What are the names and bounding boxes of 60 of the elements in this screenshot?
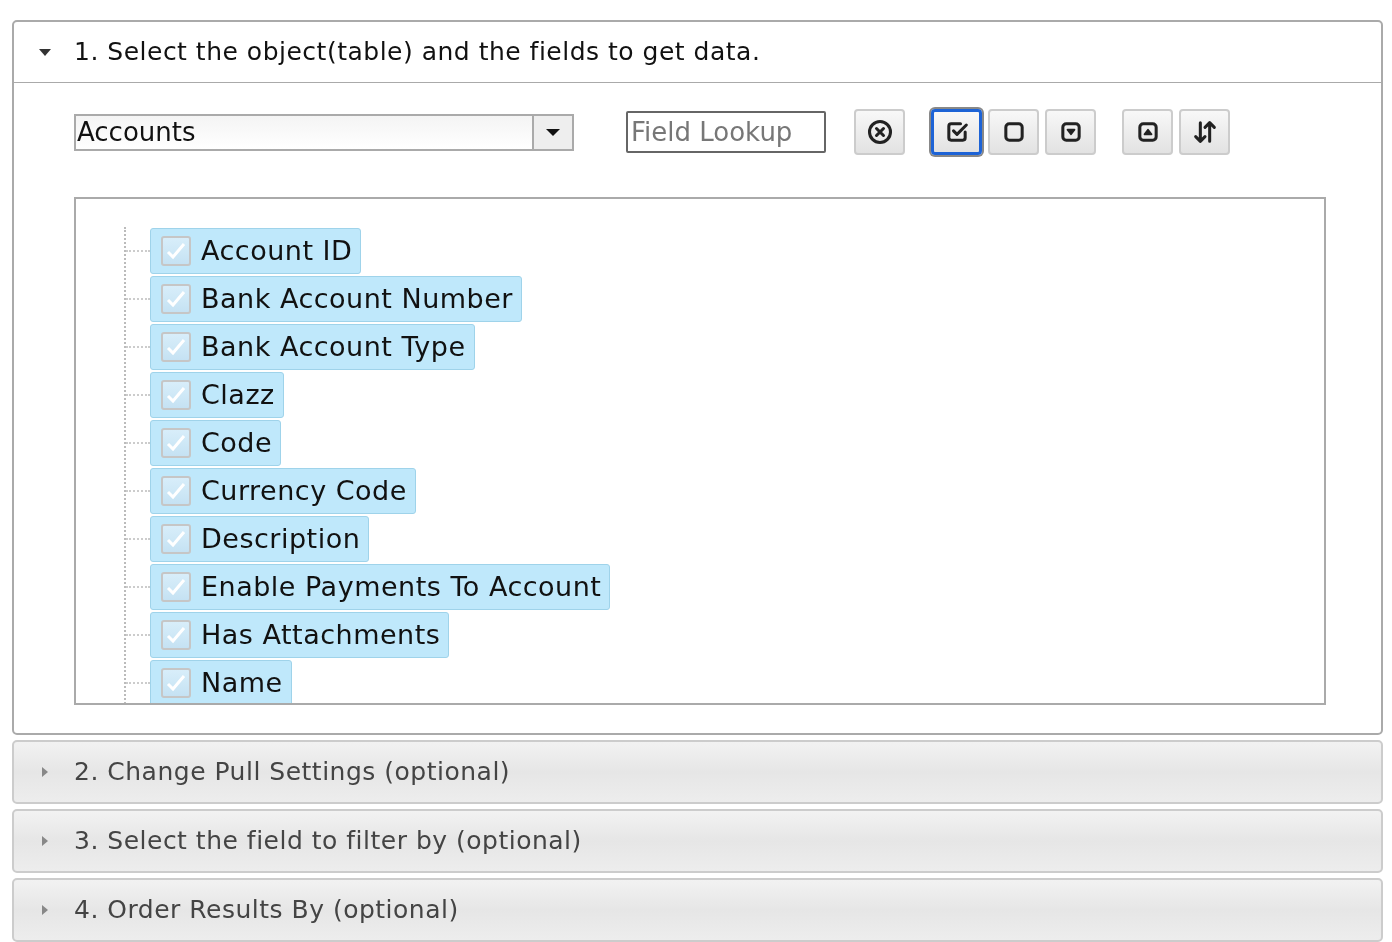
field-name: Enable Payments To Account [201, 569, 602, 604]
section-title: 4. Order Results By (optional) [74, 894, 459, 927]
checkbox-checked[interactable] [161, 476, 191, 506]
checkbox-checked[interactable] [161, 572, 191, 602]
field-tree-item[interactable]: Clazz [150, 372, 284, 418]
checkbox-checked[interactable] [161, 428, 191, 458]
check-icon [165, 240, 187, 262]
field-tree-item[interactable]: Name [150, 660, 292, 703]
check-icon [165, 576, 187, 598]
check-icon [165, 336, 187, 358]
field-name: Name [201, 665, 283, 700]
field-lookup-input[interactable]: Field Lookup [626, 111, 826, 153]
clear-icon [865, 118, 894, 146]
checkbox-checked[interactable] [161, 332, 191, 362]
checkbox-checked[interactable] [161, 380, 191, 410]
field-name: Bank Account Type [201, 329, 466, 364]
field-name: Clazz [201, 377, 275, 412]
checkbox-checked[interactable] [161, 284, 191, 314]
field-tree-item[interactable]: Currency Code [150, 468, 416, 514]
checkbox-checked[interactable] [161, 620, 191, 650]
object-dropdown[interactable]: Accounts [74, 113, 574, 151]
section-title: 2. Change Pull Settings (optional) [74, 756, 511, 789]
check-all-button[interactable] [931, 109, 982, 155]
field-name: Has Attachments [201, 617, 441, 652]
uncheck-all-button[interactable] [988, 109, 1039, 155]
checkbox-checked[interactable] [161, 236, 191, 266]
check-icon [165, 432, 187, 454]
caret-down-icon [546, 127, 560, 137]
field-name: Currency Code [201, 473, 407, 508]
checkbox-checked[interactable] [161, 668, 191, 698]
check-icon [165, 672, 187, 694]
expand-button[interactable] [1122, 109, 1173, 155]
field-tree-item[interactable]: Has Attachments [150, 612, 450, 658]
dropdown-toggle[interactable] [532, 115, 572, 149]
sort-button[interactable] [1179, 109, 1230, 155]
section-title: 1. Select the object(table) and the fields to get data. [74, 36, 761, 69]
dropdown-value: Accounts [76, 115, 197, 149]
checkbox-checked[interactable] [161, 524, 191, 554]
section-header[interactable]: 3. Select the field to filter by (optional) [14, 811, 1381, 871]
field-tree-item[interactable]: Code [150, 420, 282, 466]
field-name: Account ID [201, 233, 353, 268]
field-tree-item[interactable]: Bank Account Type [150, 324, 475, 370]
collapse-button[interactable] [1045, 109, 1096, 155]
section-header[interactable]: 2. Change Pull Settings (optional) [14, 742, 1381, 802]
field-tree-item[interactable]: Enable Payments To Account [150, 564, 611, 610]
field-tree-item[interactable]: Bank Account Number [150, 276, 522, 322]
clear-button[interactable] [854, 109, 905, 155]
section-title: 3. Select the field to filter by (optional) [74, 825, 582, 858]
section-header[interactable]: 1. Select the object(table) and the fields to get data. [14, 22, 1381, 82]
section-header[interactable]: 4. Order Results By (optional) [14, 880, 1381, 940]
check-icon [165, 288, 187, 310]
check-icon [165, 528, 187, 550]
field-tree-item[interactable]: Description [150, 516, 370, 562]
check-icon [165, 384, 187, 406]
field-name: Code [201, 425, 273, 460]
field-tree-item[interactable]: Account ID [150, 228, 362, 274]
field-name: Bank Account Number [201, 281, 513, 316]
field-name: Description [201, 521, 361, 556]
check-icon [165, 480, 187, 502]
check-icon [165, 624, 187, 646]
